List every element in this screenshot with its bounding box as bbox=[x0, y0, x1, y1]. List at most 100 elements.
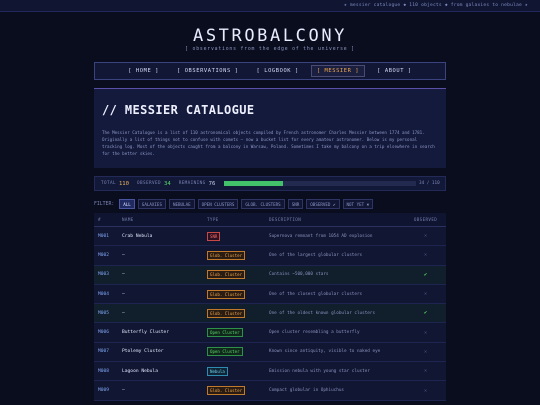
filter-observed[interactable]: OBSERVED ✔ bbox=[306, 199, 340, 209]
object-name: Ptolemy Cluster bbox=[122, 349, 164, 355]
filter-bar: FILTER: ALL GALAXIES NEBULAE OPEN CLUSTE… bbox=[94, 199, 374, 209]
object-number: M006 bbox=[98, 330, 110, 336]
object-description: Known since antiquity, visible to naked … bbox=[269, 349, 381, 355]
object-number: M008 bbox=[98, 368, 110, 374]
table-row[interactable]: M006 Butterfly Cluster Open Cluster Open cl… bbox=[94, 323, 446, 343]
object-number: M005 bbox=[98, 310, 110, 316]
nav-observations[interactable]: [ OBSERVATIONS ] bbox=[171, 65, 245, 77]
table-row[interactable]: M003 — Glob. Cluster Contains ~500,000 star… bbox=[94, 265, 446, 285]
filter-galaxies[interactable]: GALAXIES bbox=[137, 199, 166, 209]
check-icon[interactable]: ✔ bbox=[405, 272, 446, 278]
table-row[interactable]: M001 Crab Nebula SNR Supernova remnant from… bbox=[94, 227, 446, 247]
intro-panel: // MESSIER CATALOGUE The Messier Catalog… bbox=[94, 88, 446, 168]
filter-glob-clusters[interactable]: GLOB. CLUSTERS bbox=[241, 199, 285, 209]
remaining-count: 76 bbox=[208, 180, 216, 187]
cross-icon[interactable]: ✕ bbox=[405, 291, 446, 297]
site-title: ASTROBALCONY bbox=[192, 26, 348, 46]
header-name[interactable]: NAME bbox=[122, 217, 207, 222]
total-label: TOTAL bbox=[101, 181, 116, 186]
object-description: One of the largest globular clusters bbox=[269, 252, 363, 258]
progress-bar bbox=[224, 181, 416, 186]
cross-icon[interactable]: ✕ bbox=[405, 330, 446, 336]
messier-table: # NAME TYPE DESCRIPTION OBSERVED M001 Cra… bbox=[94, 213, 446, 401]
type-badge: SNR bbox=[207, 231, 221, 241]
cross-icon[interactable]: ✕ bbox=[405, 368, 446, 374]
observed-count: 34 bbox=[163, 180, 171, 187]
object-type: Open Cluster bbox=[207, 347, 269, 357]
type-badge: Glob. Cluster bbox=[207, 289, 246, 299]
nav-logbook[interactable]: [ LOGBOOK ] bbox=[251, 65, 305, 77]
type-badge: Glob. Cluster bbox=[207, 308, 246, 318]
object-name: — bbox=[122, 388, 125, 394]
page-title: // MESSIER CATALOGUE bbox=[102, 103, 255, 117]
filter-all[interactable]: ALL bbox=[119, 199, 135, 209]
remaining-label: REMAINING bbox=[178, 181, 206, 186]
table-header: # NAME TYPE DESCRIPTION OBSERVED bbox=[94, 213, 446, 227]
object-number: M001 bbox=[98, 233, 110, 239]
object-name: Crab Nebula bbox=[122, 233, 153, 239]
filter-not-yet[interactable]: NOT YET ✖ bbox=[342, 199, 374, 209]
table-row[interactable]: M005 — Glob. Cluster One of the oldest know… bbox=[94, 304, 446, 324]
observed-label: OBSERVED bbox=[137, 181, 161, 186]
object-number: M004 bbox=[98, 291, 110, 297]
type-badge: Glob. Cluster bbox=[207, 270, 246, 280]
header-num[interactable]: # bbox=[94, 217, 122, 222]
table-row[interactable]: M002 — Glob. Cluster One of the largest glo… bbox=[94, 246, 446, 266]
header-type[interactable]: TYPE bbox=[207, 217, 269, 222]
object-number: M002 bbox=[98, 252, 110, 258]
object-name: — bbox=[122, 310, 125, 316]
object-type: Glob. Cluster bbox=[207, 308, 269, 318]
site-tagline: [ observations from the edge of the univ… bbox=[185, 47, 355, 52]
table-row[interactable]: M004 — Glob. Cluster One of the closest glo… bbox=[94, 284, 446, 305]
cross-icon[interactable]: ✕ bbox=[405, 252, 446, 258]
object-type: SNR bbox=[207, 231, 269, 241]
object-type: Glob. Cluster bbox=[207, 270, 269, 280]
object-description: Open cluster resembling a butterfly bbox=[269, 330, 360, 336]
header-desc[interactable]: DESCRIPTION bbox=[269, 217, 405, 222]
type-badge: Glob. Cluster bbox=[207, 386, 246, 396]
type-badge: Open Cluster bbox=[207, 347, 243, 357]
check-icon[interactable]: ✔ bbox=[405, 310, 446, 316]
object-name: Butterfly Cluster bbox=[122, 330, 170, 336]
cross-icon[interactable]: ✕ bbox=[405, 349, 446, 355]
total-count: 110 bbox=[118, 180, 130, 187]
object-number: M007 bbox=[98, 349, 110, 355]
filter-nebulae[interactable]: NEBULAE bbox=[168, 199, 195, 209]
object-type: Nebula bbox=[207, 366, 269, 376]
object-type: Open Cluster bbox=[207, 328, 269, 338]
nav-about[interactable]: [ ABOUT ] bbox=[371, 65, 418, 77]
type-badge: Glob. Cluster bbox=[207, 250, 246, 260]
table-row[interactable]: M008 Lagoon Nebula Nebula Emission nebula w… bbox=[94, 362, 446, 382]
object-description: Supernova remnant from 1054 AD explosion bbox=[269, 233, 373, 239]
main-nav: [ HOME ] [ OBSERVATIONS ] [ LOGBOOK ] [ … bbox=[94, 62, 446, 80]
object-type: Glob. Cluster bbox=[207, 386, 269, 396]
progress-text: 34 / 110 bbox=[419, 180, 440, 186]
object-name: — bbox=[122, 291, 125, 297]
table-row[interactable]: M009 — Glob. Cluster Compact globular in Op… bbox=[94, 381, 446, 401]
object-description: One of the closest globular clusters bbox=[269, 291, 363, 297]
filter-label: FILTER: bbox=[94, 201, 115, 207]
table-row[interactable]: M007 Ptolemy Cluster Open Cluster Known sin… bbox=[94, 342, 446, 363]
object-description: One of the oldest known globular cluster… bbox=[269, 310, 376, 316]
filter-snr[interactable]: SNR bbox=[287, 199, 304, 209]
object-name: — bbox=[122, 272, 125, 278]
object-description: Emission nebula with young star cluster bbox=[269, 368, 370, 374]
object-type: Glob. Cluster bbox=[207, 250, 269, 260]
cross-icon[interactable]: ✕ bbox=[405, 233, 446, 239]
type-badge: Nebula bbox=[207, 366, 228, 376]
object-number: M003 bbox=[98, 272, 110, 278]
header-observed[interactable]: OBSERVED bbox=[405, 217, 446, 222]
type-badge: Open Cluster bbox=[207, 328, 243, 338]
object-type: Glob. Cluster bbox=[207, 289, 269, 299]
cross-icon[interactable]: ✕ bbox=[405, 388, 446, 394]
ticker-text: ★ messier catalogue ◆ 110 objects ◆ from… bbox=[344, 3, 528, 8]
object-description: Contains ~500,000 stars bbox=[269, 272, 329, 278]
nav-messier[interactable]: [ MESSIER ] bbox=[310, 65, 366, 77]
object-description: Compact globular in Ophiuchus bbox=[269, 388, 345, 394]
nav-home[interactable]: [ HOME ] bbox=[122, 65, 165, 77]
progress-fill bbox=[224, 181, 284, 186]
filter-open-clusters[interactable]: OPEN CLUSTERS bbox=[197, 199, 239, 209]
intro-text: The Messier Catalogue is a list of 110 a… bbox=[102, 130, 435, 157]
news-ticker: ★ messier catalogue ◆ 110 objects ◆ from… bbox=[0, 0, 540, 12]
object-name: Lagoon Nebula bbox=[122, 368, 158, 374]
